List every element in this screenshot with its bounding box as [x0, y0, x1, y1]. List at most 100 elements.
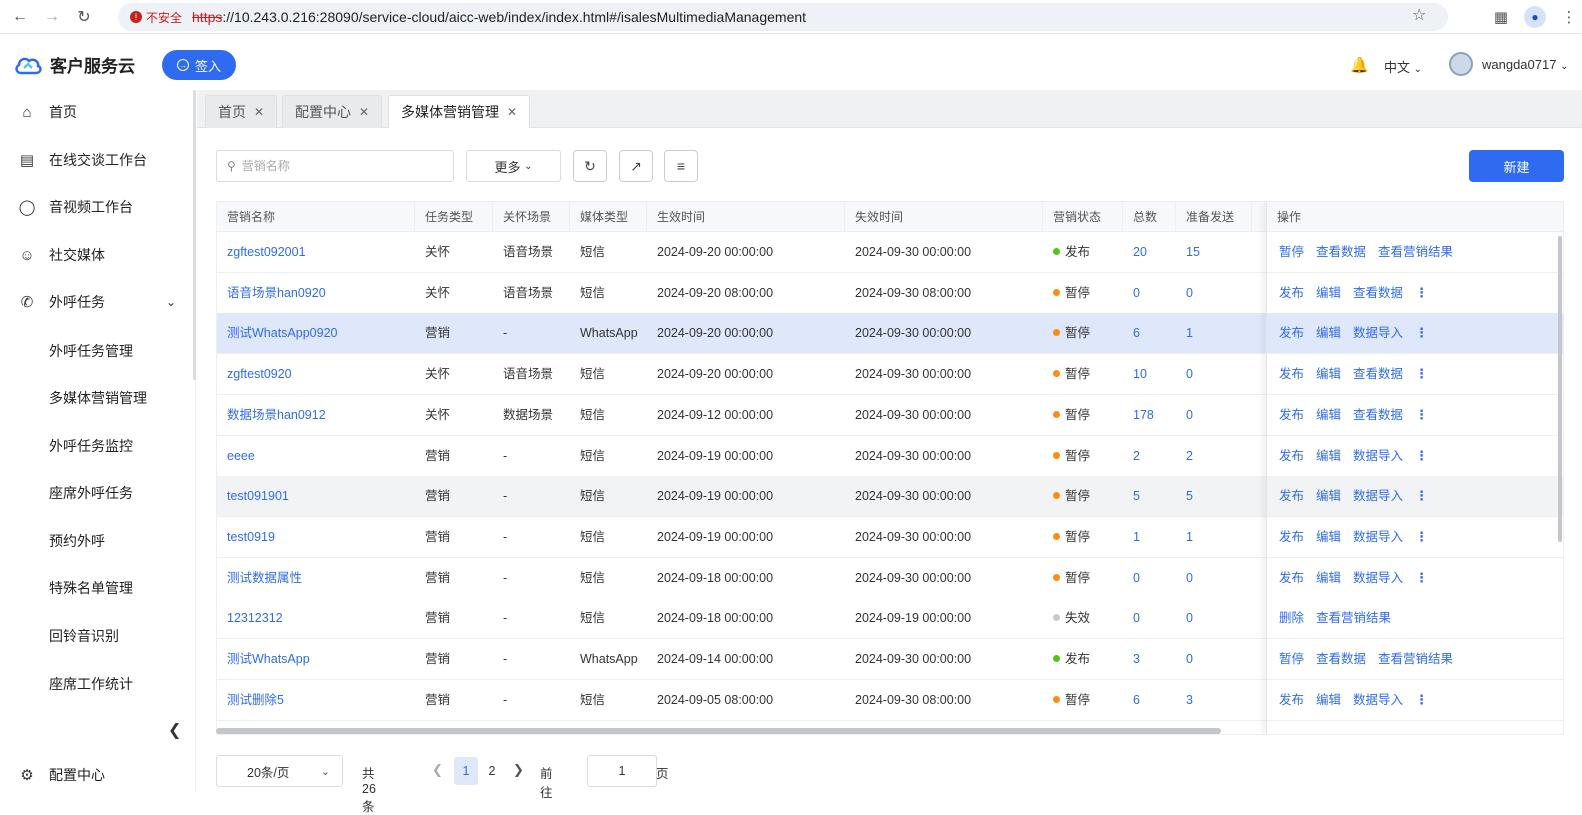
row-action-link[interactable]: 发布 [1279, 326, 1304, 340]
cell-ready[interactable]: 0 [1176, 558, 1252, 598]
table-row[interactable]: 测试删除5 营销 - 短信 2024-09-05 08:00:00 2024-09-30 … [217, 679, 1563, 721]
sidebar-item-config[interactable]: ⚙ 配置中心 [0, 755, 196, 795]
cell-ready[interactable]: 3 [1176, 680, 1252, 720]
new-button[interactable]: 新建 [1469, 150, 1564, 182]
cell-name[interactable]: zgftest092001 [217, 232, 415, 272]
sidebar-item-home[interactable]: ⌂ 首页 [0, 92, 196, 132]
table-row[interactable]: eeee 营销 - 短信 2024-09-19 00:00:00 2024-09-30 0… [217, 435, 1563, 477]
goto-page-input[interactable] [587, 755, 657, 787]
search-field[interactable]: ⚲ [216, 150, 454, 182]
cell-name[interactable]: eeee [217, 436, 415, 476]
row-action-link[interactable]: 数据导入 [1353, 693, 1403, 707]
table-row[interactable]: zgftest092001 关怀 语音场景 短信 2024-09-20 00:00:00… [217, 232, 1563, 273]
language-select[interactable]: 中文 ⌄ [1384, 57, 1422, 76]
tab-home[interactable]: 首页 ✕ [205, 95, 278, 128]
sidebar-subitem-outbound-monitor[interactable]: 外呼任务监控 [49, 436, 133, 456]
cell-ready[interactable]: 0 [1176, 354, 1252, 394]
table-row[interactable]: test091901 营销 - 短信 2024-09-19 00:00:00 2024-0… [217, 476, 1563, 518]
bookmark-star-icon[interactable]: ☆ [1412, 5, 1426, 25]
cell-total[interactable]: 0 [1123, 273, 1176, 313]
row-action-link[interactable]: 删除 [1279, 611, 1304, 625]
more-actions-icon[interactable]: ⋮ [1415, 366, 1428, 381]
row-action-link[interactable]: 查看数据 [1353, 286, 1403, 300]
cell-ready[interactable]: 5 [1176, 476, 1252, 516]
horizontal-scrollbar[interactable] [216, 728, 1221, 734]
row-action-link[interactable]: 查看营销结果 [1378, 245, 1453, 259]
page-number-1[interactable]: 1 [454, 757, 478, 785]
cell-name[interactable]: 测试数据属性 [217, 558, 415, 598]
row-action-link[interactable]: 发布 [1279, 571, 1304, 585]
close-icon[interactable]: ✕ [254, 105, 264, 119]
row-action-link[interactable]: 数据导入 [1353, 449, 1403, 463]
more-actions-icon[interactable]: ⋮ [1415, 325, 1428, 340]
cell-name[interactable]: 测试WhatsApp [217, 639, 415, 679]
close-icon[interactable]: ✕ [507, 105, 517, 119]
sidebar-item-online-chat[interactable]: ▤ 在线交谈工作台 [0, 140, 196, 180]
prev-page-icon[interactable]: ❮ [432, 762, 443, 778]
browser-menu-icon[interactable]: ⋮ [1556, 4, 1582, 30]
more-actions-icon[interactable]: ⋮ [1415, 529, 1428, 544]
row-action-link[interactable]: 发布 [1279, 286, 1304, 300]
page-number-2[interactable]: 2 [480, 757, 504, 785]
cell-ready[interactable]: 0 [1176, 639, 1252, 679]
sidebar-subitem-special-list[interactable]: 特殊名单管理 [49, 578, 133, 598]
row-action-link[interactable]: 发布 [1279, 367, 1304, 381]
row-action-link[interactable]: 编辑 [1316, 286, 1341, 300]
row-action-link[interactable]: 编辑 [1316, 530, 1341, 544]
table-row[interactable]: 数据场景han0912 关怀 数据场景 短信 2024-09-12 00:00:00 20… [217, 394, 1563, 436]
row-action-link[interactable]: 数据导入 [1353, 530, 1403, 544]
row-action-link[interactable]: 编辑 [1316, 408, 1341, 422]
sidebar-subitem-agent-outbound[interactable]: 座席外呼任务 [49, 483, 133, 503]
close-icon[interactable]: ✕ [359, 105, 369, 119]
row-action-link[interactable]: 查看数据 [1316, 652, 1366, 666]
sidebar-subitem-ringback[interactable]: 回铃音识别 [49, 626, 119, 646]
cell-total[interactable]: 0 [1123, 558, 1176, 598]
tab-multimedia-marketing[interactable]: 多媒体营销管理 ✕ [388, 95, 531, 128]
more-actions-icon[interactable]: ⋮ [1415, 570, 1428, 585]
row-action-link[interactable]: 数据导入 [1353, 489, 1403, 503]
collapse-sidebar-icon[interactable]: ❮ [168, 720, 181, 740]
row-action-link[interactable]: 编辑 [1316, 449, 1341, 463]
table-row[interactable]: zgftest0920 关怀 语音场景 短信 2024-09-20 00:00:00 20… [217, 354, 1563, 396]
refresh-button[interactable]: ↻ [573, 150, 607, 182]
search-input[interactable] [241, 159, 442, 173]
cell-total[interactable]: 5 [1123, 476, 1176, 516]
cell-total[interactable]: 10 [1123, 354, 1176, 394]
row-action-link[interactable]: 发布 [1279, 693, 1304, 707]
more-filter-button[interactable]: 更多 ⌄ [466, 150, 561, 182]
row-action-link[interactable]: 发布 [1279, 408, 1304, 422]
cell-name[interactable]: zgftest0920 [217, 354, 415, 394]
row-action-link[interactable]: 查看数据 [1316, 245, 1366, 259]
cell-total[interactable]: 2 [1123, 436, 1176, 476]
column-settings-button[interactable]: ≡ [664, 150, 698, 182]
table-row[interactable]: test0919 营销 - 短信 2024-09-19 00:00:00 2024-09-… [217, 516, 1563, 558]
row-action-link[interactable]: 查看数据 [1353, 367, 1403, 381]
sidebar-item-social[interactable]: ☺ 社交媒体 [0, 235, 196, 275]
more-actions-icon[interactable]: ⋮ [1415, 488, 1428, 503]
row-action-link[interactable]: 编辑 [1316, 693, 1341, 707]
address-bar[interactable]: ! 不安全 https://10.243.0.216:28090/service… [118, 3, 1448, 31]
cell-name[interactable]: test091901 [217, 476, 415, 516]
table-row[interactable]: 12312312 营销 - 短信 2024-09-18 00:00:00 2024-09-… [217, 598, 1563, 640]
page-size-select[interactable]: 20条/页 ⌄ [216, 755, 343, 787]
cell-ready[interactable]: 2 [1176, 436, 1252, 476]
cell-name[interactable]: 语音场景han0920 [217, 273, 415, 313]
cell-ready[interactable]: 15 [1176, 232, 1252, 272]
next-page-icon[interactable]: ❯ [513, 762, 524, 778]
cell-name[interactable]: 12312312 [217, 598, 415, 638]
profile-button[interactable]: ● [1522, 4, 1548, 30]
cell-ready[interactable]: 1 [1176, 313, 1252, 353]
cell-total[interactable]: 20 [1123, 232, 1176, 272]
insecure-badge[interactable]: ! 不安全 [130, 9, 182, 26]
vertical-scrollbar[interactable] [1558, 236, 1562, 542]
back-icon[interactable]: ← [8, 5, 32, 29]
user-menu[interactable]: wangda0717 ⌄ [1482, 57, 1568, 72]
sidebar-subitem-outbound-task-mgmt[interactable]: 外呼任务管理 [49, 341, 133, 361]
more-actions-icon[interactable]: ⋮ [1415, 407, 1428, 422]
cell-name[interactable]: 测试WhatsApp0920 [217, 313, 415, 353]
extensions-icon[interactable]: ▦ [1488, 4, 1514, 30]
sidebar-subitem-multimedia-marketing[interactable]: 多媒体营销管理 [49, 388, 147, 408]
cell-ready[interactable]: 1 [1176, 517, 1252, 557]
export-button[interactable]: ↗ [619, 150, 653, 182]
sidebar-scrollbar[interactable] [193, 90, 196, 380]
